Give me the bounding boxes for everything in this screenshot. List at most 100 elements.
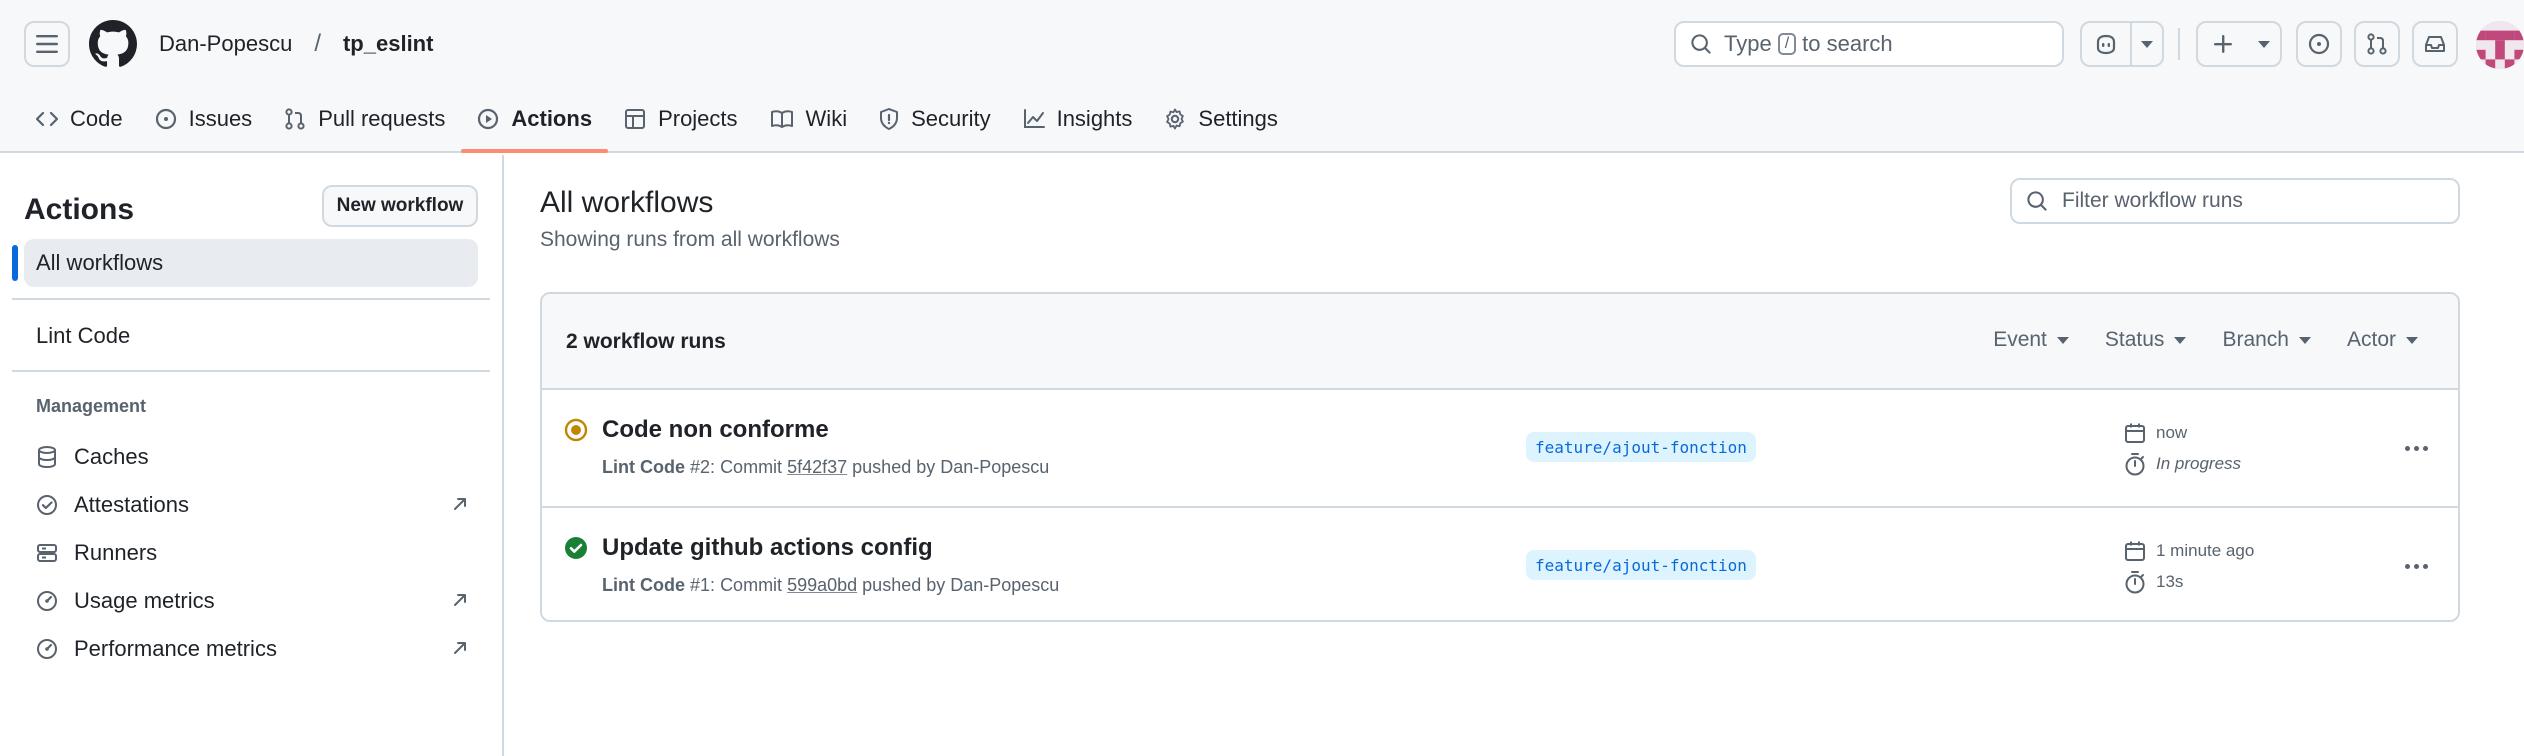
chevron-down-icon — [2140, 40, 2153, 48]
branch-label[interactable]: feature/ajout-fonction — [1526, 432, 1756, 462]
menu-button[interactable] — [24, 21, 70, 67]
sidebar-item-label: All workflows — [36, 250, 164, 275]
tab-label: Insights — [1056, 106, 1133, 131]
run-menu-button[interactable] — [2400, 432, 2432, 464]
avatar[interactable] — [2476, 21, 2524, 69]
tab-actions[interactable]: Actions — [461, 96, 608, 153]
filter-status-dropdown[interactable]: Status — [2105, 328, 2187, 352]
run-when: now — [2156, 423, 2188, 442]
runs-count: 2 workflow runs — [566, 330, 726, 353]
inbox-icon — [2425, 36, 2445, 52]
run-when: 1 minute ago — [2156, 541, 2255, 560]
tab-label: Issues — [188, 106, 253, 131]
table-row[interactable]: Code non conforme Lint Code #2: Commit 5… — [542, 390, 2458, 506]
run-filters: Event Status Branch Actor — [1993, 328, 2418, 352]
sidebar-item-attestations[interactable]: Attestations — [36, 485, 468, 525]
tab-issues[interactable]: Issues — [139, 96, 269, 142]
graph-icon — [1023, 109, 1045, 128]
run-menu-button[interactable] — [2400, 550, 2432, 582]
sidebar-item-usage-metrics[interactable]: Usage metrics — [36, 581, 468, 621]
stopwatch-icon — [2125, 453, 2145, 476]
commit-link[interactable]: 599a0bd — [787, 575, 857, 595]
commit-label: Commit — [720, 457, 783, 477]
header-divider — [2178, 28, 2180, 60]
run-title[interactable]: Update github actions config — [602, 534, 933, 562]
meter-icon — [37, 591, 57, 611]
hamburger-icon — [36, 35, 58, 53]
issues-button[interactable] — [2296, 21, 2342, 67]
shield-icon — [880, 108, 899, 130]
sidebar-item-label: Lint Code — [36, 323, 131, 348]
run-time: now — [2124, 422, 2187, 444]
search-icon — [1691, 34, 1711, 54]
tab-pull-requests[interactable]: Pull requests — [268, 96, 461, 142]
chevron-down-icon — [2056, 336, 2069, 344]
filter-branch-dropdown[interactable]: Branch — [2222, 328, 2311, 352]
sidebar-item-caches[interactable]: Caches — [36, 437, 468, 477]
sidebar-item-lint-code[interactable]: Lint Code — [24, 312, 478, 360]
in-progress-icon — [564, 418, 588, 442]
workflow-name: Lint Code — [602, 457, 685, 477]
run-time: 1 minute ago — [2124, 540, 2254, 562]
external-link-icon — [454, 594, 466, 606]
run-meta: Lint Code #1: Commit 599a0bd pushed by D… — [602, 575, 1060, 595]
tab-security[interactable]: Security — [863, 96, 1006, 142]
runs-header: 2 workflow runs Event Status Branch Acto… — [542, 294, 2458, 390]
tab-settings[interactable]: Settings — [1148, 96, 1294, 142]
owner-link[interactable]: Dan-Popescu — [159, 31, 292, 57]
copilot-button[interactable] — [2080, 21, 2164, 67]
calendar-icon — [2125, 541, 2145, 561]
tab-label: Wiki — [805, 106, 848, 131]
page-title: All workflows — [540, 186, 714, 219]
sidebar-item-performance-metrics[interactable]: Performance metrics — [36, 629, 468, 669]
new-workflow-button[interactable]: New workflow — [322, 185, 478, 227]
search-input[interactable]: Type / to search — [1674, 21, 2064, 67]
commit-link[interactable]: 5f42f37 — [787, 457, 847, 477]
copilot-icon — [2096, 34, 2115, 55]
meter-icon — [37, 639, 57, 659]
sidebar-item-runners[interactable]: Runners — [36, 533, 468, 573]
filter-placeholder: Filter workflow runs — [2062, 189, 2243, 212]
plus-icon — [2214, 35, 2232, 53]
check-circle-icon — [565, 537, 587, 559]
inbox-button[interactable] — [2412, 21, 2458, 67]
search-shortcut-key: / — [1777, 33, 1797, 55]
tab-label: Actions — [511, 106, 593, 131]
table-row[interactable]: Update github actions config Lint Code #… — [542, 506, 2458, 620]
pushed-by: pushed by Dan-Popescu — [862, 575, 1060, 595]
search-suffix: to search — [1802, 31, 1893, 56]
run-title[interactable]: Code non conforme — [602, 416, 829, 444]
code-icon — [36, 111, 58, 127]
tab-projects[interactable]: Projects — [608, 96, 753, 142]
management-heading: Management — [36, 396, 147, 416]
filter-label: Event — [1993, 328, 2047, 351]
tab-code[interactable]: Code — [20, 96, 139, 142]
workflow-name: Lint Code — [602, 575, 685, 595]
gear-icon — [1166, 108, 1185, 130]
pull-requests-button[interactable] — [2354, 21, 2400, 67]
run-meta: Lint Code #2: Commit 5f42f37 pushed by D… — [602, 457, 1050, 477]
tab-insights[interactable]: Insights — [1007, 96, 1149, 142]
pull-request-icon — [2367, 33, 2387, 55]
tab-label: Security — [911, 106, 991, 131]
tab-wiki[interactable]: Wiki — [754, 96, 864, 142]
chevron-down-icon — [2406, 336, 2418, 344]
filter-runs-input[interactable]: Filter workflow runs — [2010, 178, 2460, 224]
repo-link[interactable]: tp_eslint — [343, 31, 433, 57]
external-link-icon — [454, 498, 466, 510]
database-icon — [38, 446, 56, 469]
filter-actor-dropdown[interactable]: Actor — [2347, 328, 2418, 352]
github-logo-icon[interactable] — [89, 20, 137, 68]
create-new-button[interactable] — [2196, 21, 2282, 67]
breadcrumb: Dan-Popescu / tp_eslint — [159, 30, 433, 58]
branch-label[interactable]: feature/ajout-fonction — [1526, 550, 1756, 580]
run-duration-value: 13s — [2156, 572, 2184, 591]
divider — [12, 298, 490, 300]
filter-label: Status — [2104, 328, 2165, 351]
page-subtitle: Showing runs from all workflows — [540, 228, 840, 251]
issue-icon — [155, 108, 176, 130]
sidebar-item-all-workflows[interactable]: All workflows — [12, 239, 478, 287]
filter-event-dropdown[interactable]: Event — [1993, 328, 2069, 352]
book-icon — [770, 110, 793, 128]
play-icon — [478, 108, 499, 130]
